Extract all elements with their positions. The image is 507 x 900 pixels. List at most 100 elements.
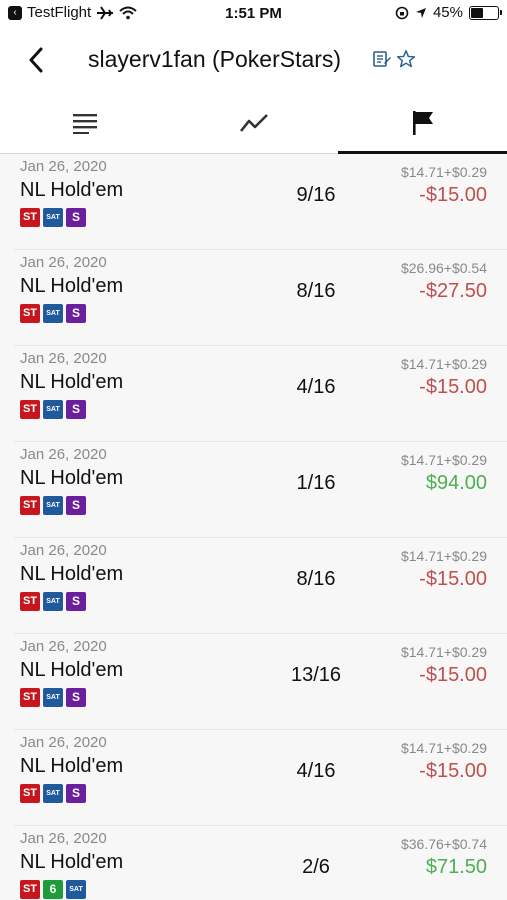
tournament-game: NL Hold'em (20, 179, 124, 201)
tournament-badges: ST SAT S (20, 208, 86, 227)
tournament-position: 8/16 (296, 568, 336, 590)
status-right: 45% (395, 4, 502, 21)
badge-sat-icon: SAT (43, 592, 63, 611)
badge-sat-icon: SAT (43, 400, 63, 419)
favorite-button[interactable] (396, 48, 416, 70)
tournament-result: -$27.50 (419, 280, 487, 302)
tournament-buyin: $14.71+$0.29 (400, 740, 487, 756)
tournament-row[interactable]: Jan 26, 2020 NL Hold'em ST SAT S 4/16 $14.71+$… (14, 346, 507, 442)
list-icon (72, 113, 97, 134)
tournament-row[interactable]: Jan 26, 2020 NL Hold'em ST SAT S 8/16 $26.96+$… (14, 250, 507, 346)
badge-s-icon: S (66, 400, 86, 419)
battery-fill (471, 7, 483, 18)
tournament-buyin: $14.71+$0.29 (400, 548, 487, 564)
badge-s-icon: S (66, 208, 86, 227)
badge-sat-icon: SAT (43, 496, 63, 515)
battery-icon (469, 5, 502, 20)
tournament-position: 4/16 (296, 376, 336, 398)
tournament-badges: ST SAT S (20, 400, 86, 419)
tournament-result: $94.00 (425, 472, 487, 494)
tournament-date: Jan 26, 2020 (20, 542, 107, 559)
tournament-row[interactable]: Jan 26, 2020 NL Hold'em ST SAT S 1/16 $14.71+$… (14, 442, 507, 538)
tournament-date: Jan 26, 2020 (20, 638, 107, 655)
page-title: slayerv1fan (PokerStars) (88, 46, 342, 72)
badge-s-icon: S (66, 688, 86, 707)
battery-percent: 45% (432, 4, 463, 21)
tournament-row[interactable]: Jan 26, 2020 NL Hold'em ST SAT S 8/16 $14.71+$… (14, 538, 507, 634)
badge-sat-icon: SAT (66, 880, 86, 899)
tournament-badges: ST 6 SAT (20, 880, 86, 899)
badge-st-icon: ST (20, 496, 40, 515)
tournament-result: $71.50 (425, 856, 487, 878)
flag-icon (412, 110, 433, 135)
location-icon (415, 7, 426, 18)
badge-6-icon: 6 (43, 880, 63, 899)
badge-sat-icon: SAT (43, 208, 63, 227)
edit-button[interactable] (372, 48, 392, 70)
badge-st-icon: ST (20, 304, 40, 323)
tournament-badges: ST SAT S (20, 784, 86, 803)
tournament-badges: ST SAT S (20, 592, 86, 611)
tournament-row[interactable]: Jan 26, 2020 NL Hold'em ST 6 SAT 2/6 $36.76+$0… (14, 826, 507, 900)
tournament-game: NL Hold'em (20, 371, 124, 393)
tab-list[interactable] (0, 92, 169, 153)
tournament-result: -$15.00 (419, 568, 487, 590)
badge-st-icon: ST (20, 880, 40, 899)
tournament-buyin: $36.76+$0.74 (400, 836, 487, 852)
badge-s-icon: S (66, 592, 86, 611)
tournament-game: NL Hold'em (20, 851, 124, 873)
tournament-date: Jan 26, 2020 (20, 350, 107, 367)
tournament-buyin: $14.71+$0.29 (400, 452, 487, 468)
tournament-position: 2/6 (302, 856, 330, 878)
tournament-date: Jan 26, 2020 (20, 734, 107, 751)
tournament-date: Jan 26, 2020 (20, 830, 107, 847)
tournament-date: Jan 26, 2020 (20, 446, 107, 463)
badge-sat-icon: SAT (43, 688, 63, 707)
tournament-game: NL Hold'em (20, 275, 124, 297)
back-button[interactable] (20, 42, 52, 78)
chevron-left-icon (29, 47, 43, 73)
star-icon (396, 50, 416, 68)
tab-graph[interactable] (169, 92, 338, 153)
title-actions (372, 48, 416, 70)
tournament-position: 9/16 (296, 184, 336, 206)
tournament-position: 4/16 (296, 760, 336, 782)
chart-line-icon (239, 113, 268, 132)
status-bar: ‹ TestFlight 1:51 PM 45% (0, 0, 507, 28)
tournament-row[interactable]: Jan 26, 2020 NL Hold'em ST SAT S 9/16 $14.71+$… (14, 154, 507, 250)
tournament-game: NL Hold'em (20, 467, 124, 489)
badge-sat-icon: SAT (43, 304, 63, 323)
nav-bar: slayerv1fan (PokerStars) (0, 28, 507, 92)
badge-st-icon: ST (20, 592, 40, 611)
badge-s-icon: S (66, 304, 86, 323)
badge-st-icon: ST (20, 688, 40, 707)
tournament-position: 8/16 (296, 280, 336, 302)
tournament-position: 13/16 (290, 664, 342, 686)
tournament-buyin: $14.71+$0.29 (400, 164, 487, 180)
tournament-game: NL Hold'em (20, 659, 124, 681)
tab-bar (0, 92, 507, 154)
badge-st-icon: ST (20, 208, 40, 227)
badge-s-icon: S (66, 784, 86, 803)
tournament-badges: ST SAT S (20, 496, 86, 515)
tournament-buyin: $26.96+$0.54 (400, 260, 487, 276)
tournament-date: Jan 26, 2020 (20, 254, 107, 271)
tournament-badges: ST SAT S (20, 304, 86, 323)
badge-s-icon: S (66, 496, 86, 515)
tournament-result: -$15.00 (419, 376, 487, 398)
tournament-result: -$15.00 (419, 664, 487, 686)
tournament-result: -$15.00 (419, 760, 487, 782)
tournament-game: NL Hold'em (20, 755, 124, 777)
tab-flag[interactable] (338, 92, 507, 154)
screen-lock-icon (395, 6, 409, 19)
tournament-row[interactable]: Jan 26, 2020 NL Hold'em ST SAT S 4/16 $14.71+$… (14, 730, 507, 826)
tournament-row[interactable]: Jan 26, 2020 NL Hold'em ST SAT S 13/16 $14.71+… (14, 634, 507, 730)
tournament-position: 1/16 (296, 472, 336, 494)
badge-st-icon: ST (20, 400, 40, 419)
badge-st-icon: ST (20, 784, 40, 803)
tournament-badges: ST SAT S (20, 688, 86, 707)
tournament-list: Jan 26, 2020 NL Hold'em ST SAT S 9/16 $14.71+$… (0, 154, 507, 900)
tournament-result: -$15.00 (419, 184, 487, 206)
edit-icon (373, 51, 391, 67)
tournament-game: NL Hold'em (20, 563, 124, 585)
